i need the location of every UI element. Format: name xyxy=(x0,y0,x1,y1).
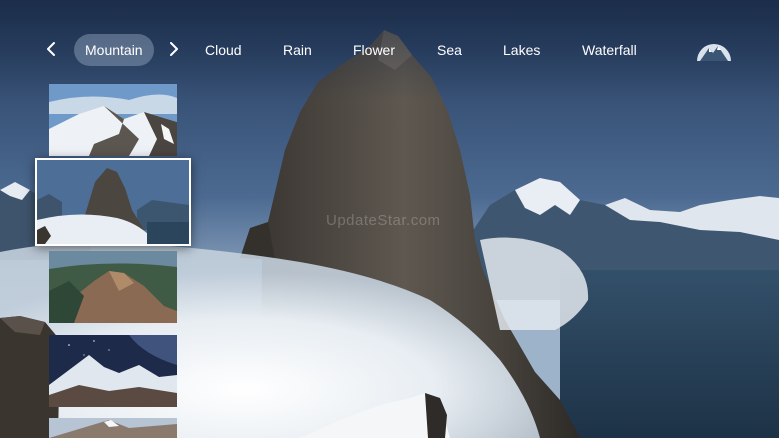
tab-mountain[interactable]: Mountain xyxy=(74,34,154,66)
thumb-misty-peak[interactable] xyxy=(35,158,191,246)
chevron-left-icon[interactable] xyxy=(39,37,63,61)
watermark-text: UpdateStar.com xyxy=(326,212,441,229)
chevron-right-icon[interactable] xyxy=(162,37,186,61)
tab-rain[interactable]: Rain xyxy=(283,34,312,66)
mountain-logo-icon[interactable] xyxy=(696,38,732,62)
thumb-snowy-ridge[interactable] xyxy=(49,84,177,156)
tab-flower[interactable]: Flower xyxy=(353,34,395,66)
tab-waterfall[interactable]: Waterfall xyxy=(582,34,637,66)
thumb-night-mountains[interactable] xyxy=(49,335,177,407)
tab-lakes[interactable]: Lakes xyxy=(503,34,540,66)
thumb-snowy-summit[interactable] xyxy=(49,418,177,438)
thumb-rocky-valley[interactable] xyxy=(49,251,177,323)
tab-cloud[interactable]: Cloud xyxy=(205,34,242,66)
tab-sea[interactable]: Sea xyxy=(437,34,462,66)
